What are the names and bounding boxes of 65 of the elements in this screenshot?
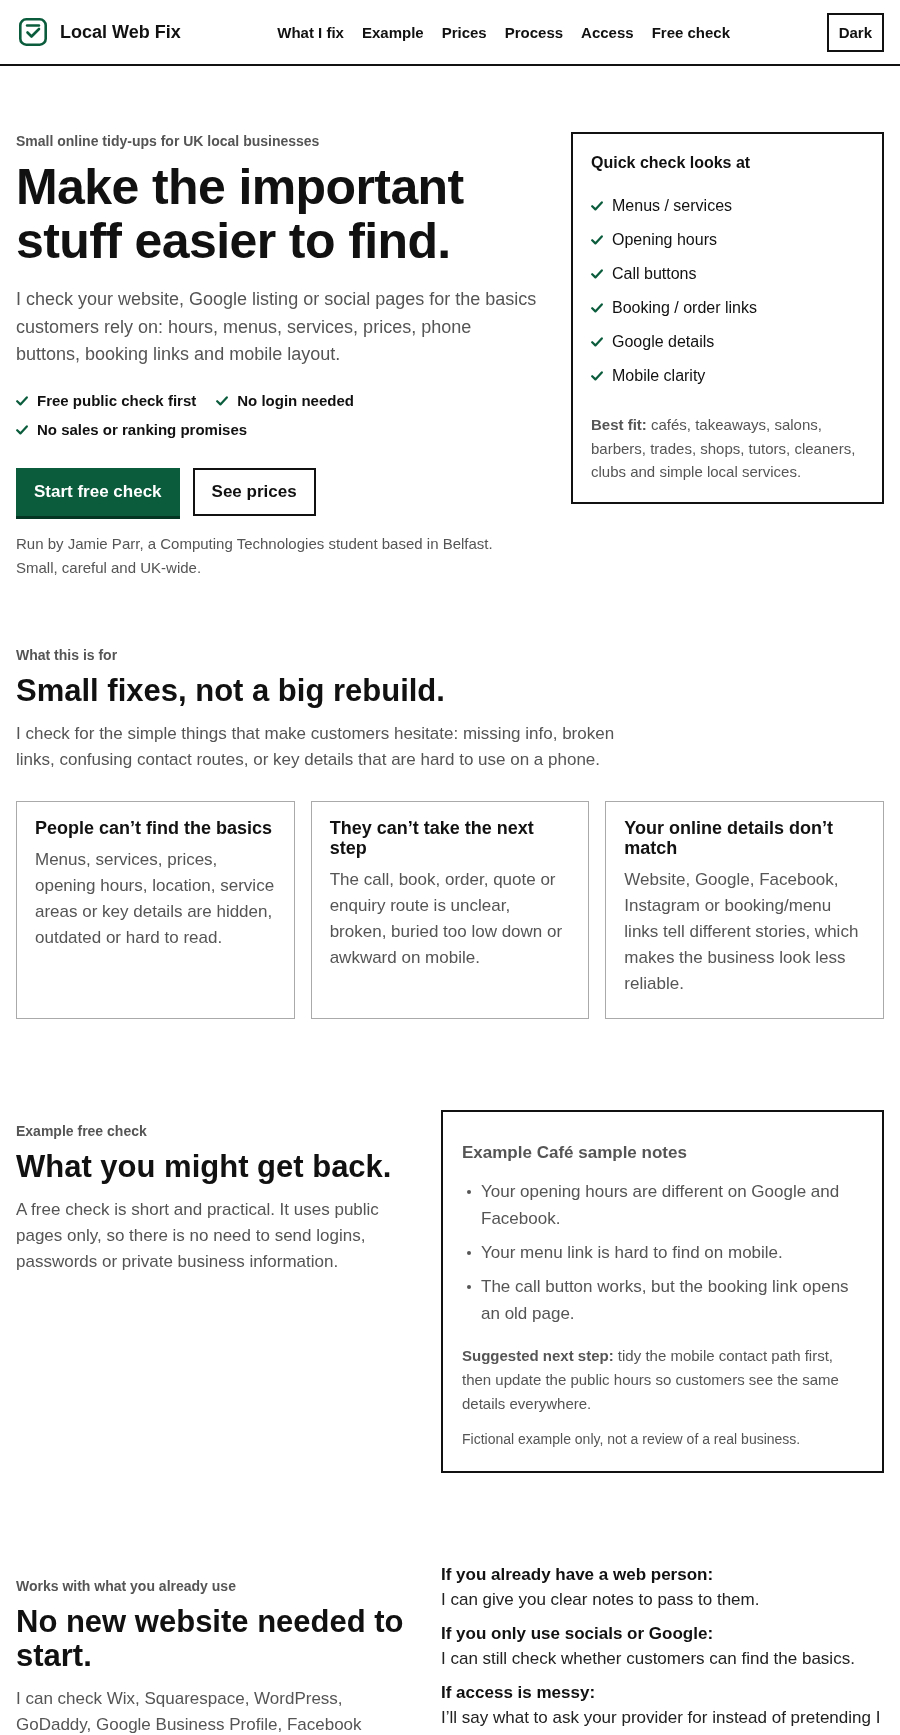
nav-link[interactable]: Prices: [441, 23, 487, 41]
check-icon: [591, 235, 603, 245]
check-item-text: Opening hours: [612, 230, 717, 250]
card-text: Website, Google, Facebook, Instagram or booking/menu links tell different stories, which makes the business look less reliable.: [624, 868, 860, 995]
note-text: Your opening hours are different on Google and Facebook.: [481, 1180, 841, 1230]
note-text: The call button works, but the booking link opens an old page.: [481, 1275, 850, 1325]
author-note: Run by Jamie Parr, a Computing Technologies student based in Belfast. Small, careful and UK-wide.: [16, 533, 494, 578]
section-heading: What you might get back.: [16, 1149, 393, 1184]
check-icon: [591, 269, 603, 279]
nav-link[interactable]: What I fix: [277, 23, 344, 41]
section-eyebrow: Example free check: [16, 1121, 148, 1141]
feature-label: No sales or ranking promises: [37, 419, 248, 440]
card-title: People can’t find the basics: [35, 817, 274, 838]
section-text: A free check is short and practical. It uses public pages only, so there is no need to send logins, passwords or private business information.: [16, 1198, 380, 1273]
bullet-icon: [467, 1250, 471, 1255]
feature-label: Free public check first: [37, 390, 197, 411]
disclaimer-text: Fictional example only, not a review of a real business.: [462, 1429, 802, 1449]
check-icon: [16, 395, 28, 406]
primary-cta-button[interactable]: Start free check: [16, 467, 180, 519]
case-heading: If you already have a web person:: [441, 1563, 715, 1586]
card-text: The call, book, order, quote or enquiry route is unclear, broken, buried too low down or awkward on mobile.: [329, 868, 564, 969]
nav-link[interactable]: Access: [581, 23, 634, 41]
check-item-text: Mobile clarity: [612, 366, 706, 386]
feature-label: No login needed: [237, 390, 354, 411]
nav-link[interactable]: Example: [361, 23, 424, 41]
card-text: Menus, services, prices, opening hours, location, service areas or key details are hidden, outdated or hard to read.: [35, 848, 275, 949]
next-step-text: Suggested next step: tidy the mobile contact path first, then update the public hours so customers see the same details everywhere.: [462, 1345, 840, 1414]
hero-heading: Make the important stuff easier to find.: [16, 160, 465, 268]
sample-title: Example Café sample notes: [462, 1141, 688, 1164]
card-heading: Quick check looks at: [591, 153, 752, 173]
section-eyebrow: Works with what you already use: [16, 1576, 237, 1596]
card-title: Your online details don’t match: [624, 817, 834, 858]
brand-name: Local Web Fix: [60, 21, 181, 43]
logo-icon: [19, 18, 47, 46]
case-heading: If you only use socials or Google:: [441, 1622, 715, 1645]
section-text: I can check Wix, Squarespace, WordPress, GoDaddy, Google Business Profile, Facebook: [16, 1687, 363, 1735]
check-item-text: Booking / order links: [612, 298, 757, 318]
case-text: I can still check whether customers can find the basics.: [441, 1647, 856, 1670]
secondary-cta-button[interactable]: See prices: [192, 467, 316, 516]
bullet-icon: [467, 1189, 471, 1194]
section-heading: Small fixes, not a big rebuild.: [16, 673, 446, 708]
check-item-text: Menus / services: [612, 196, 733, 216]
check-icon: [591, 371, 603, 381]
nav-link[interactable]: Process: [504, 23, 564, 41]
case-heading: If access is messy:: [441, 1681, 597, 1704]
note-text: Your menu link is hard to find on mobile.: [481, 1241, 783, 1264]
best-fit-text: Best fit: cafés, takeaways, salons, barbers, trades, shops, tutors, cleaners, clubs and simple local services.: [591, 415, 857, 482]
hero-intro-text: I check your website, Google listing or social pages for the basics customers rely on: hours, menus, services, prices, phone buttons, booking links and mobile layout.: [16, 288, 538, 366]
check-item-text: Call buttons: [612, 264, 697, 284]
check-icon: [591, 337, 603, 347]
check-icon: [216, 395, 229, 406]
bullet-icon: [467, 1284, 471, 1289]
check-icon: [591, 303, 603, 313]
case-text: I can give you clear notes to pass to them.: [441, 1588, 761, 1611]
check-icon: [16, 424, 28, 435]
theme-toggle-button[interactable]: Dark: [826, 12, 884, 52]
section-eyebrow: Small online tidy-ups for UK local businesses: [16, 132, 321, 151]
nav-link[interactable]: Free check: [651, 23, 731, 41]
section-eyebrow: What this is for: [16, 645, 119, 665]
section-text: I check for the simple things that make customers hesitate: missing info, broken links, confusing contact routes, or key details that are hard to use on a phone.: [16, 722, 616, 771]
section-heading: No new website needed to start.: [16, 1604, 405, 1673]
card-title: They can’t take the next step: [329, 817, 535, 858]
check-icon: [591, 201, 603, 211]
check-item-text: Google details: [612, 332, 715, 352]
case-text: I’ll say what to ask your provider for instead of pretending I: [441, 1706, 882, 1729]
